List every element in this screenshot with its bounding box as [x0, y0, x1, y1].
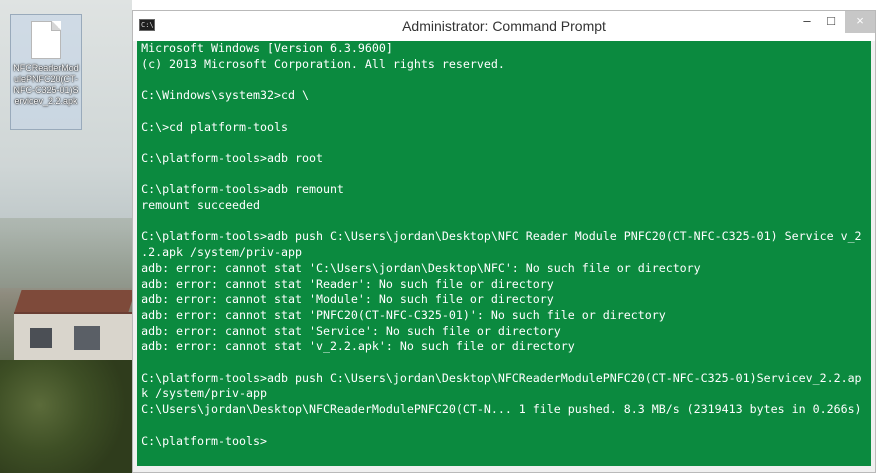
console-line: C:\Users\jordan\Desktop\NFCReaderModuleP… — [141, 402, 862, 417]
command-prompt-window[interactable]: C:\ Administrator: Command Prompt – □ × … — [132, 10, 876, 473]
console-line: ​ — [137, 355, 871, 371]
minimize-button[interactable]: – — [795, 11, 819, 33]
close-button[interactable]: × — [845, 11, 875, 33]
console-line: (c) 2013 Microsoft Corporation. All righ… — [141, 56, 505, 71]
console-line: adb: error: cannot stat 'C:\Users\jordan… — [141, 260, 701, 275]
title-bar[interactable]: C:\ Administrator: Command Prompt – □ × — [133, 11, 875, 41]
console-line: .2.apk /system/priv-app — [141, 245, 302, 260]
wallpaper-trees — [0, 360, 132, 473]
console-line: adb: error: cannot stat 'v_2.2.apk': No … — [141, 339, 575, 354]
console-line: C:\platform-tools>adb remount — [141, 182, 344, 197]
console-line: C:\platform-tools>adb push C:\Users\jord… — [141, 370, 862, 385]
wallpaper-hill — [0, 218, 132, 288]
wallpaper-window — [30, 328, 52, 348]
console-line: k /system/priv-app — [141, 386, 268, 401]
file-icon — [31, 21, 61, 59]
console-line: C:\platform-tools>adb push C:\Users\jord… — [141, 229, 862, 244]
console-line: Microsoft Windows [Version 6.3.9600] — [141, 41, 393, 55]
maximize-button[interactable]: □ — [819, 11, 843, 33]
wallpaper-window — [74, 326, 100, 350]
desktop-file-apk[interactable]: NFCReaderModulePNFC20(CT-NFC-C325-01)Ser… — [10, 14, 82, 130]
desktop-wallpaper: NFCReaderModulePNFC20(CT-NFC-C325-01)Ser… — [0, 0, 132, 473]
desktop-file-label: NFCReaderModulePNFC20(CT-NFC-C325-01)Ser… — [13, 63, 79, 106]
console-line: C:\platform-tools> — [141, 433, 268, 448]
console-line: C:\Windows\system32>cd \ — [141, 88, 309, 103]
console-line: C:\platform-tools>adb root — [141, 150, 323, 165]
console-output[interactable]: Microsoft Windows [Version 6.3.9600] (c) … — [137, 41, 871, 466]
console-line: ​ — [137, 418, 871, 434]
console-line: remount succeeded — [141, 198, 261, 213]
window-title: Administrator: Command Prompt — [402, 18, 606, 34]
wallpaper-roof — [14, 290, 132, 312]
console-line: C:\>cd platform-tools — [141, 119, 288, 134]
console-line: adb: error: cannot stat 'Reader': No suc… — [141, 276, 554, 291]
console-line: ​ — [137, 72, 871, 88]
console-line: ​ — [137, 214, 871, 230]
console-line: ​ — [137, 167, 871, 183]
console-line: ​ — [137, 104, 871, 120]
console-line: adb: error: cannot stat 'Service': No su… — [141, 323, 561, 338]
console-line: ​ — [137, 135, 871, 151]
console-line: adb: error: cannot stat 'Module': No suc… — [141, 292, 554, 307]
console-line: adb: error: cannot stat 'PNFC20(CT-NFC-C… — [141, 307, 666, 322]
